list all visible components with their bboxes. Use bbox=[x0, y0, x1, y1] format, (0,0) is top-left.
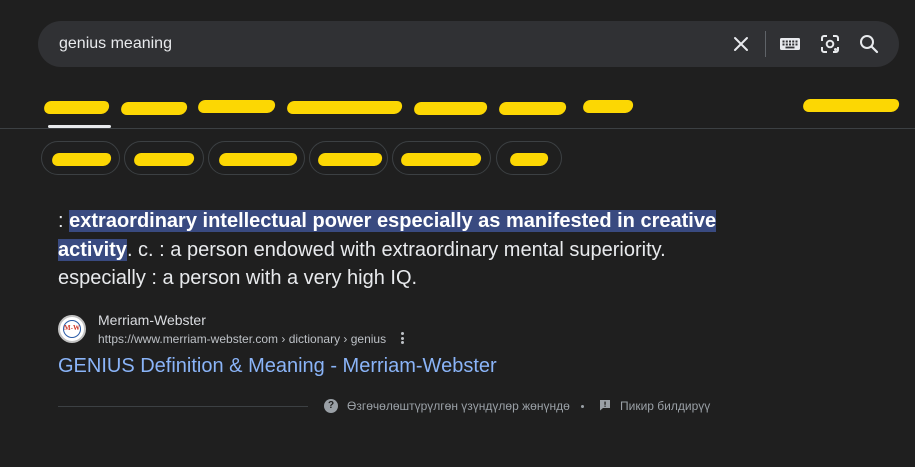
definition-highlight: activity bbox=[58, 238, 127, 261]
tab-redacted[interactable] bbox=[411, 102, 490, 115]
tab-redacted[interactable] bbox=[496, 102, 569, 115]
source-name[interactable]: Merriam-Webster bbox=[98, 312, 206, 328]
tab-redacted[interactable] bbox=[195, 100, 278, 113]
filter-chip[interactable] bbox=[309, 141, 388, 175]
search-icon[interactable] bbox=[857, 32, 881, 56]
feedback-link[interactable]: Пикир билдирүү bbox=[620, 399, 710, 413]
search-input[interactable]: genius meaning bbox=[59, 35, 172, 53]
tab-redacted[interactable] bbox=[580, 100, 636, 113]
footer-separator-dot bbox=[581, 405, 584, 408]
tab-redacted[interactable] bbox=[284, 101, 405, 114]
footer-divider bbox=[58, 406, 308, 407]
tools-tab-redacted[interactable] bbox=[800, 99, 902, 112]
search-bar[interactable]: genius meaning bbox=[38, 21, 899, 67]
merriam-webster-logo-icon[interactable]: M-W bbox=[58, 315, 86, 343]
result-title-link[interactable]: GENIUS Definition & Meaning - Merriam-We… bbox=[58, 355, 497, 378]
definition-text: . c. : a person endowed with extraordina… bbox=[58, 238, 666, 290]
help-icon[interactable]: ? bbox=[324, 399, 338, 413]
feedback-icon[interactable] bbox=[599, 399, 611, 411]
source-url[interactable]: https://www.merriam-webster.com › dictio… bbox=[98, 332, 386, 346]
more-options-icon[interactable] bbox=[398, 331, 406, 345]
tab-redacted[interactable] bbox=[41, 101, 112, 114]
source-logo-text: M-W bbox=[63, 320, 81, 338]
filter-chip[interactable] bbox=[124, 141, 204, 175]
featured-snippet-definition: : extraordinary intellectual power espec… bbox=[58, 207, 758, 293]
active-tab-indicator bbox=[48, 125, 111, 128]
filter-chip[interactable] bbox=[496, 141, 562, 175]
filter-chip[interactable] bbox=[41, 141, 120, 175]
about-featured-snippets-link[interactable]: Өзгөчөлөштүрүлгөн үзүндүлөр жөнүндө bbox=[347, 399, 570, 413]
tab-redacted[interactable] bbox=[118, 102, 190, 115]
filter-chip[interactable] bbox=[208, 141, 305, 175]
search-bar-divider bbox=[765, 31, 766, 57]
definition-highlight: extraordinary intellectual power especia… bbox=[69, 210, 717, 232]
search-tabs bbox=[0, 90, 915, 129]
keyboard-icon[interactable] bbox=[778, 32, 802, 56]
lens-icon[interactable] bbox=[818, 32, 842, 56]
definition-prefix: : bbox=[58, 210, 70, 232]
close-icon[interactable] bbox=[729, 32, 753, 56]
filter-chip[interactable] bbox=[392, 141, 491, 175]
